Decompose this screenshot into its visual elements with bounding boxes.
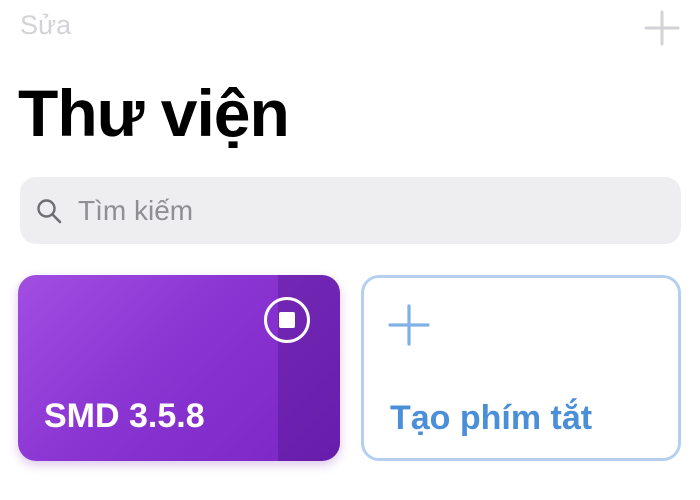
page-title: Thư viện	[18, 76, 290, 150]
create-shortcut-card[interactable]: Tạo phím tắt	[361, 275, 681, 461]
stop-icon	[279, 312, 295, 328]
search-icon	[34, 196, 64, 226]
edit-button[interactable]: Sửa	[20, 10, 71, 41]
shortcut-card[interactable]: SMD 3.5.8	[18, 275, 340, 461]
plus-icon	[388, 304, 430, 346]
create-shortcut-label: Tạo phím tắt	[390, 399, 593, 437]
plus-icon	[644, 10, 680, 46]
search-input[interactable]	[76, 193, 640, 228]
shortcut-title: SMD 3.5.8	[44, 397, 205, 435]
shortcuts-library-screen: Sửa Thư viện SMD 3.5.8 Tạo phím tắt	[0, 0, 700, 500]
stop-button[interactable]	[264, 297, 310, 343]
search-bar[interactable]	[20, 177, 681, 244]
add-shortcut-button[interactable]	[642, 8, 682, 48]
